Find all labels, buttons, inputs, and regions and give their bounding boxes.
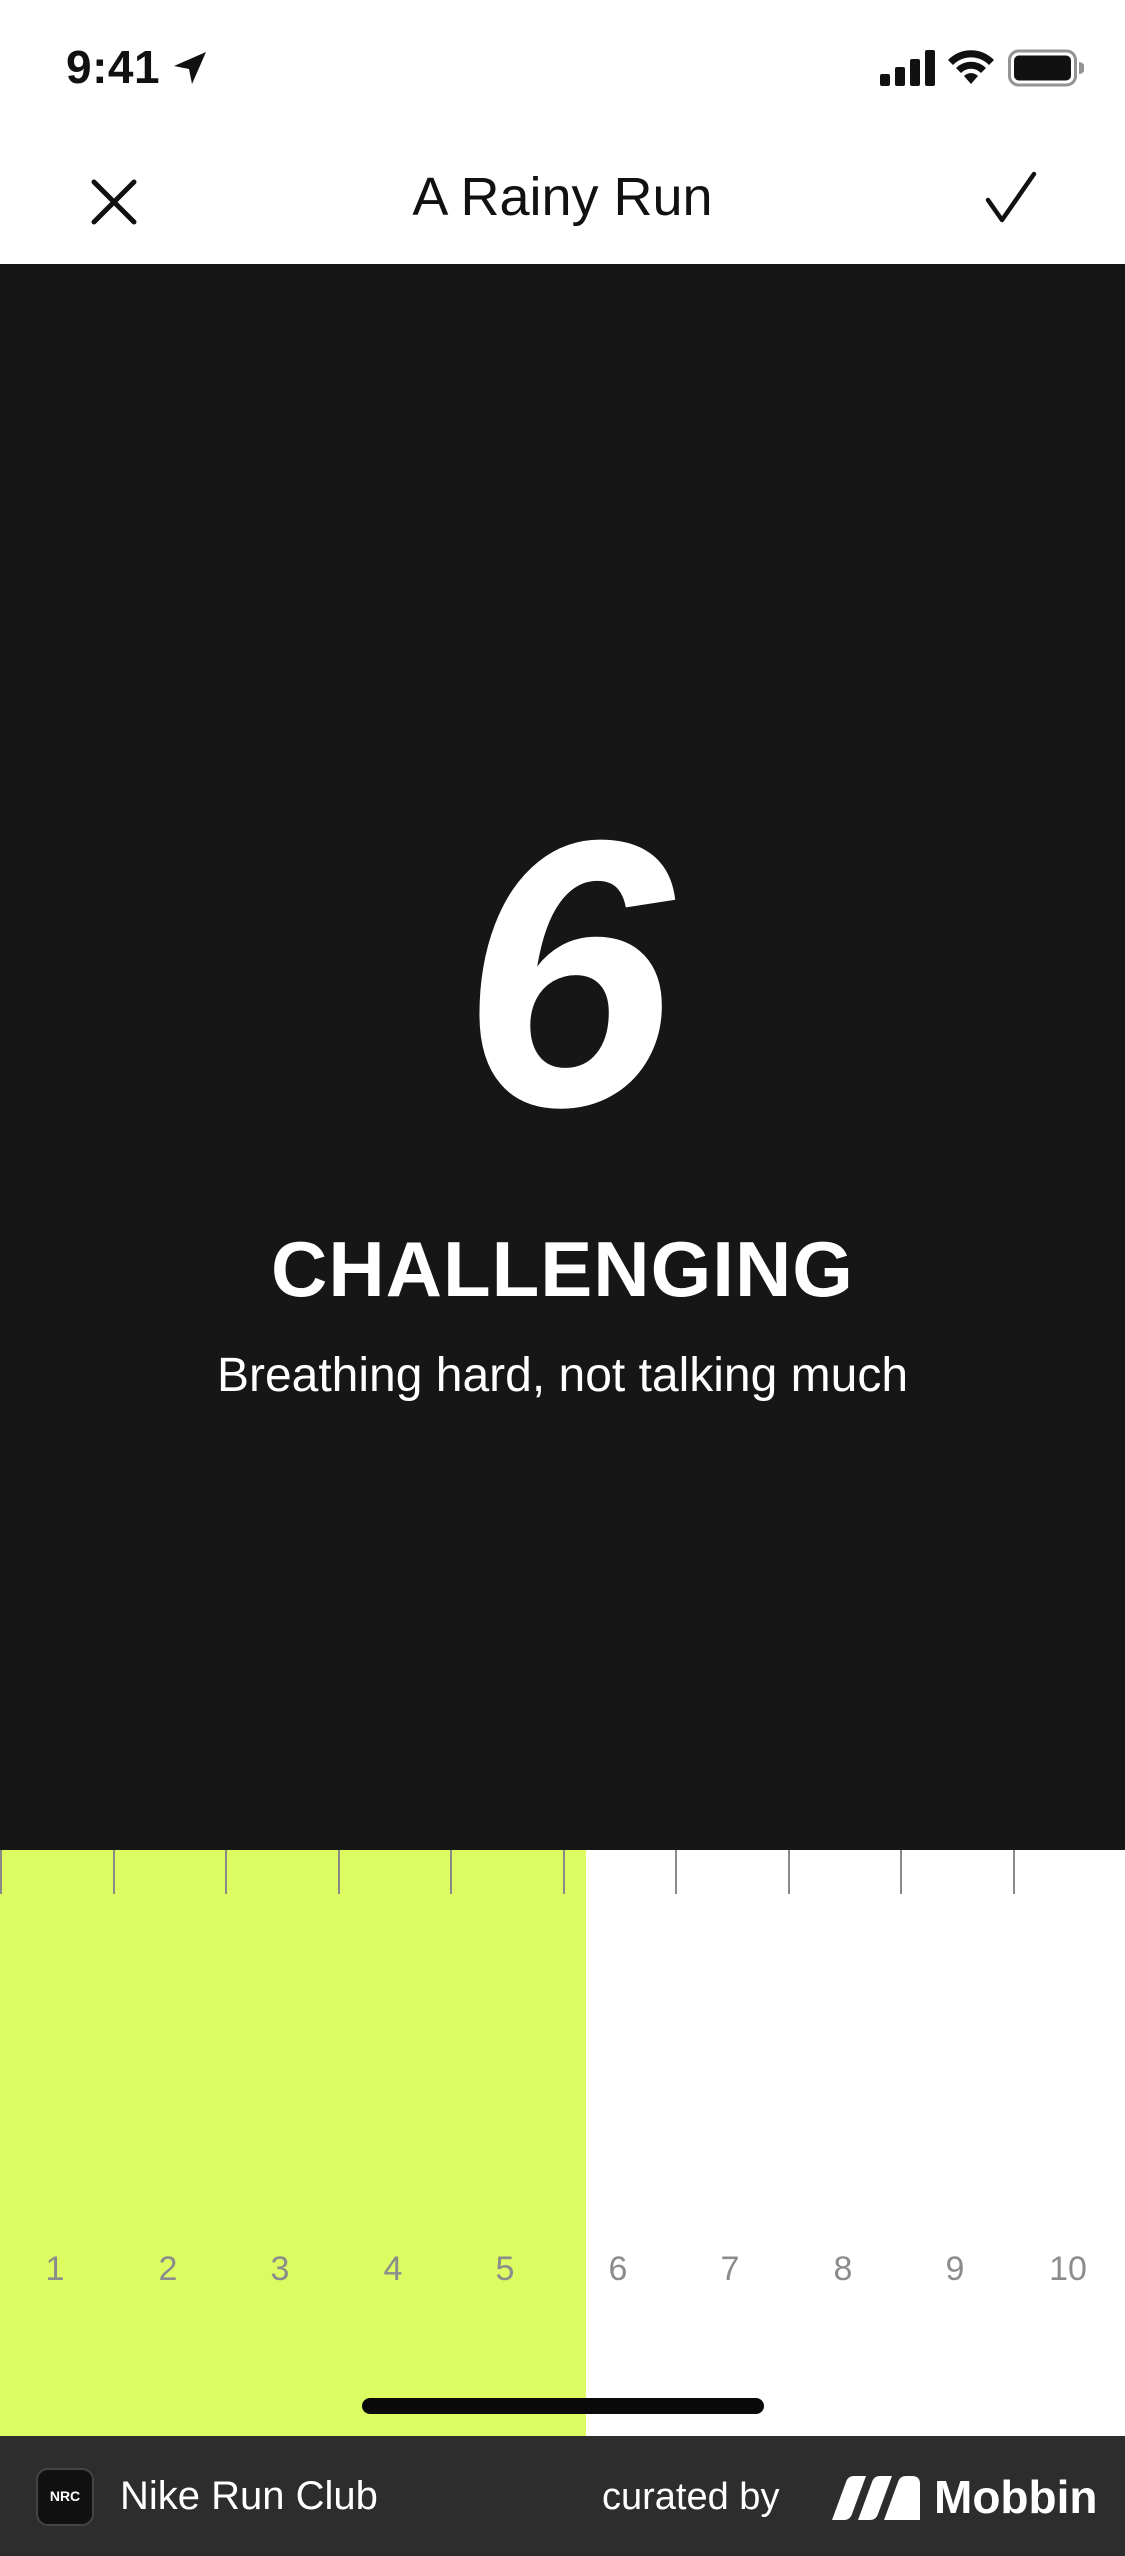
scale-label-5[interactable]: 5 <box>449 2250 561 2289</box>
page-title: A Rainy Run <box>412 167 713 227</box>
effort-level-label: CHALLENGING <box>271 1225 854 1313</box>
location-arrow-icon <box>174 52 206 84</box>
scale-label-7[interactable]: 7 <box>674 2250 786 2289</box>
nav-bar: A Rainy Run <box>0 132 1125 264</box>
slider-tick <box>788 1850 790 1894</box>
status-time: 9:41 <box>66 41 161 93</box>
slider-tick <box>113 1850 115 1894</box>
app-name: Nike Run Club <box>120 2474 378 2518</box>
scale-label-8[interactable]: 8 <box>787 2250 899 2289</box>
app-icon: NRC <box>36 2468 94 2526</box>
scale-label-2[interactable]: 2 <box>112 2250 224 2289</box>
wifi-icon <box>948 50 994 84</box>
slider-tick <box>563 1850 565 1894</box>
effort-description: Breathing hard, not talking much <box>216 1349 909 1402</box>
slider-fill <box>0 1850 586 2436</box>
mobbin-logo-icon <box>832 2476 920 2520</box>
effort-panel: 6 CHALLENGING Breathing hard, not talkin… <box>0 264 1125 1850</box>
slider-tick <box>225 1850 227 1894</box>
effort-value: 6 <box>461 761 673 1186</box>
slider-tick <box>450 1850 452 1894</box>
slider-tick <box>338 1850 340 1894</box>
slider-tick <box>0 1850 2 1894</box>
scale-label-9[interactable]: 9 <box>899 2250 1011 2289</box>
scale-label-4[interactable]: 4 <box>337 2250 449 2289</box>
effort-slider[interactable]: 1 2 3 4 5 6 7 8 9 10 <box>0 1850 1125 2436</box>
battery-icon <box>1008 49 1084 87</box>
scale-label-6[interactable]: 6 <box>562 2250 674 2289</box>
scale-label-10[interactable]: 10 <box>1012 2250 1124 2289</box>
app-icon-text: NRC <box>49 2488 81 2504</box>
curated-by-label: curated by <box>602 2476 780 2518</box>
cellular-signal-icon <box>880 50 935 86</box>
status-bar: 9:41 <box>0 0 1125 132</box>
scale-label-1[interactable]: 1 <box>0 2250 111 2289</box>
checkmark-icon[interactable] <box>980 168 1042 230</box>
slider-tick <box>900 1850 902 1894</box>
home-indicator <box>362 2398 764 2414</box>
mobbin-brand: Mobbin <box>934 2471 1098 2523</box>
footer: NRC Nike Run Club curated by Mobbin <box>0 2436 1125 2556</box>
scale-label-3[interactable]: 3 <box>224 2250 336 2289</box>
slider-tick <box>675 1850 677 1894</box>
slider-tick <box>1013 1850 1015 1894</box>
